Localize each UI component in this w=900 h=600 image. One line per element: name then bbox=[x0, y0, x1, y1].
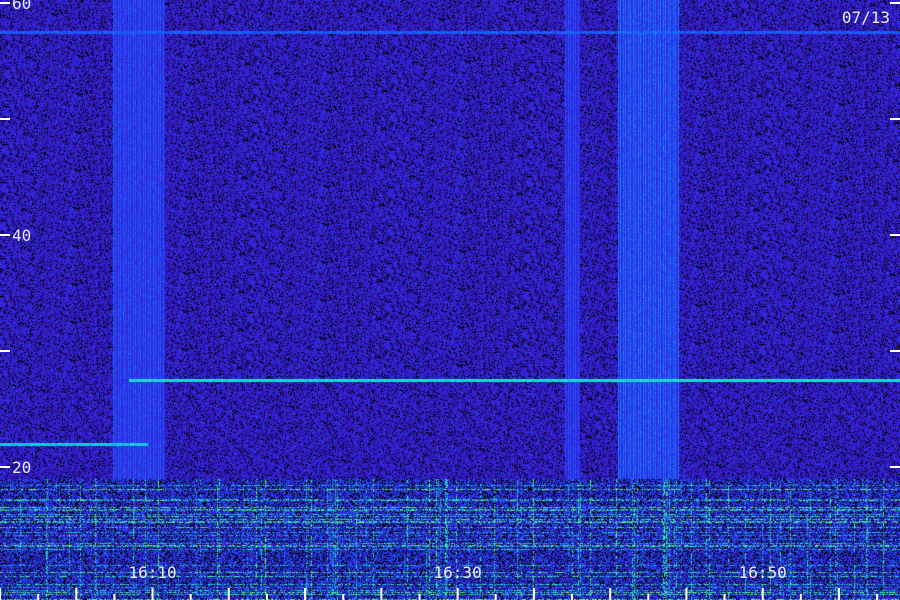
spectrogram-image bbox=[0, 0, 900, 600]
